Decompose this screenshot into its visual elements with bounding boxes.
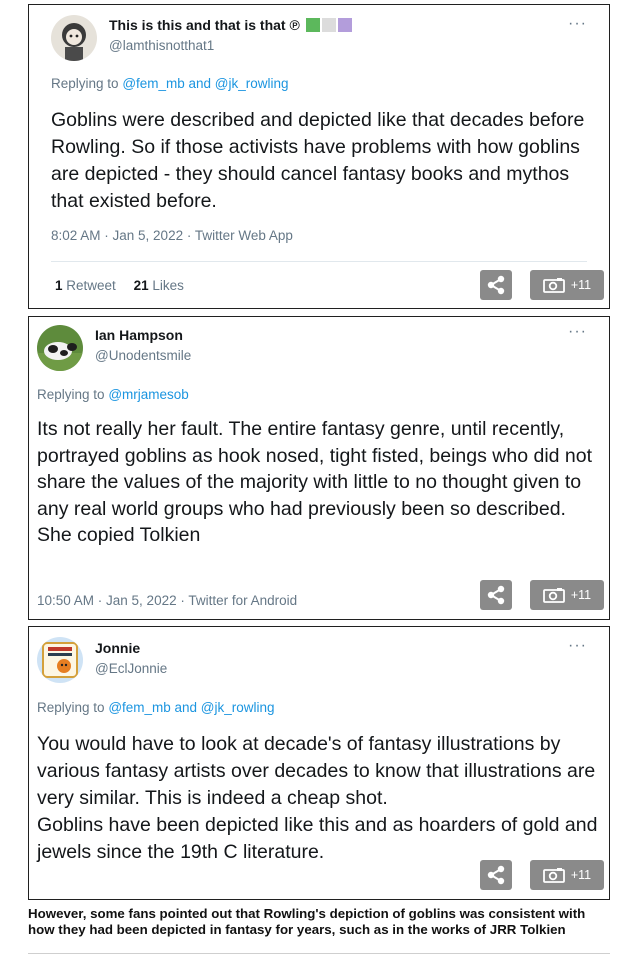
reply-mentions[interactable]: @mrjamesob <box>108 387 188 402</box>
gallery-button[interactable]: +11 <box>530 270 604 300</box>
share-button[interactable] <box>480 270 512 300</box>
camera-icon <box>542 278 565 293</box>
more-options-icon[interactable]: ··· <box>568 15 587 33</box>
retweets-stat[interactable]: 1 Retweet <box>55 278 116 293</box>
handle[interactable]: @lamthisnotthat1 <box>109 38 214 53</box>
camera-icon <box>542 868 565 883</box>
replying-to: Replying to @fem_mb and @jk_rowling <box>37 700 275 715</box>
tweet-card-3: Jonnie @EclJonnie ··· Replying to @fem_m… <box>28 626 610 900</box>
share-icon <box>487 865 505 885</box>
gallery-button[interactable]: +11 <box>530 860 604 890</box>
share-button[interactable] <box>480 860 512 890</box>
name-color-swatch <box>321 18 336 32</box>
camera-icon <box>542 588 565 603</box>
tweet-text: You would have to look at decade's of fa… <box>37 733 598 863</box>
reply-mentions[interactable]: @fem_mb and @jk_rowling <box>108 700 274 715</box>
name-color-swatch <box>337 18 352 32</box>
replying-to: Replying to @mrjamesob <box>37 387 189 402</box>
handle[interactable]: @EclJonnie <box>95 661 167 676</box>
display-name[interactable]: Ian Hampson <box>95 327 183 343</box>
handle[interactable]: @Unodentsmile <box>95 348 191 363</box>
avatar[interactable] <box>37 637 83 683</box>
reply-mentions[interactable]: @fem_mb and @jk_rowling <box>122 76 288 91</box>
divider <box>28 953 610 954</box>
tweet-text: Goblins were described and depicted like… <box>51 109 585 212</box>
display-name[interactable]: Jonnie <box>95 640 140 656</box>
tweet-timestamp[interactable]: 10:50 AM · Jan 5, 2022 · Twitter for And… <box>37 593 297 608</box>
share-icon <box>487 585 505 605</box>
tweet-card-2: Ian Hampson @Unodentsmile ··· Replying t… <box>28 316 610 620</box>
share-icon <box>487 275 505 295</box>
gallery-button[interactable]: +11 <box>530 580 604 610</box>
divider <box>51 261 587 262</box>
name-color-swatch <box>305 18 320 32</box>
more-options-icon[interactable]: ··· <box>568 637 587 655</box>
more-options-icon[interactable]: ··· <box>568 323 587 341</box>
replying-to: Replying to @fem_mb and @jk_rowling <box>51 76 289 91</box>
tweet-timestamp[interactable]: 8:02 AM · Jan 5, 2022 · Twitter Web App <box>51 228 293 243</box>
display-name[interactable]: This is this and that is that ℗ <box>109 17 352 33</box>
tweet-text: Its not really her fault. The entire fan… <box>37 418 593 546</box>
tweet-card-1: This is this and that is that ℗ @lamthis… <box>28 4 610 309</box>
tweet-stats: 1 Retweet 21 Likes <box>55 278 184 293</box>
avatar[interactable] <box>37 325 83 371</box>
image-caption: However, some fans pointed out that Rowl… <box>28 906 586 937</box>
share-button[interactable] <box>480 580 512 610</box>
avatar[interactable] <box>51 15 97 61</box>
likes-stat[interactable]: 21 Likes <box>134 278 184 293</box>
